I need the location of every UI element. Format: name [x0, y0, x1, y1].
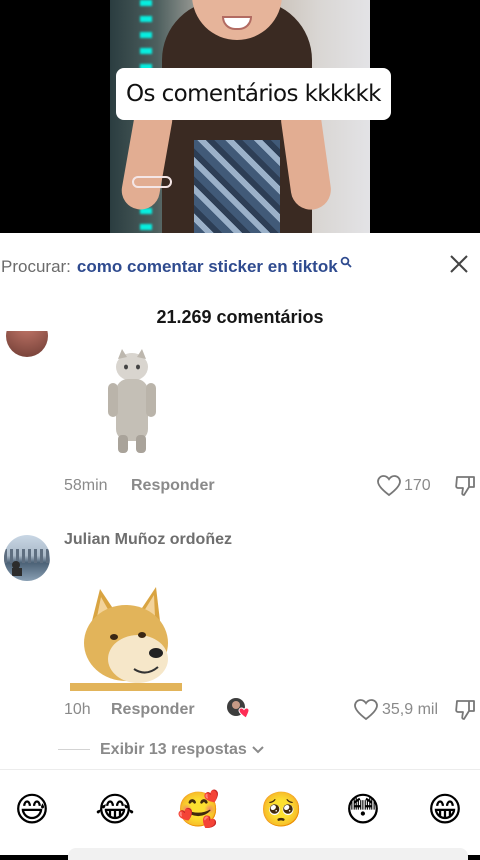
emoji-pleading[interactable]: 🥺	[260, 790, 302, 830]
emoji-quick-bar: 😅 😂 🥰 🥺 😳 😁	[0, 769, 480, 860]
reply-button[interactable]: Responder	[131, 477, 215, 495]
shirt-shape	[194, 140, 280, 233]
emoji-grin[interactable]: 😁	[425, 790, 465, 830]
doge-sticker	[70, 587, 182, 691]
view-replies-button[interactable]: Exibir 13 respostas	[100, 741, 265, 759]
close-button[interactable]	[442, 247, 476, 281]
emoji-hearts-face[interactable]: 🥰	[177, 790, 219, 830]
like-heart-icon[interactable]	[377, 475, 401, 497]
like-heart-icon[interactable]	[354, 699, 378, 721]
view-replies-label: Exibir 13 respostas	[100, 741, 247, 758]
emoji-flushed[interactable]: 😳	[343, 790, 383, 830]
video-caption: Os comentários kkkkkk	[116, 68, 391, 120]
video-player[interactable]: Os comentários kkkkkk	[0, 0, 480, 233]
comment-input[interactable]	[68, 848, 468, 860]
reply-button[interactable]: Responder	[111, 701, 195, 719]
comment-username[interactable]: Julian Muñoz ordoñez	[64, 531, 232, 549]
chevron-down-icon	[252, 746, 264, 754]
bracelet-shape	[132, 176, 172, 188]
dislike-icon[interactable]	[454, 699, 478, 721]
search-label: Procurar:	[1, 257, 71, 276]
close-icon	[450, 255, 468, 273]
like-count: 35,9 mil	[382, 701, 439, 718]
comment-time: 58min	[64, 477, 108, 494]
search-suggestion[interactable]: Procurar: como comentar sticker en tikto…	[0, 255, 480, 279]
avatar[interactable]	[4, 535, 50, 581]
comment-count: 21.269 comentários	[156, 307, 324, 327]
dislike-icon[interactable]	[454, 475, 478, 497]
emoji-joy[interactable]: 😂	[95, 790, 135, 830]
comment-time: 10h	[64, 701, 91, 718]
search-icon	[340, 256, 352, 271]
search-term-link[interactable]: como comentar sticker en tiktok	[77, 257, 338, 277]
avatar[interactable]	[6, 331, 48, 357]
divider-line	[58, 749, 90, 750]
creator-liked-avatar	[227, 698, 250, 719]
like-count: 170	[404, 477, 431, 494]
cat-sticker	[108, 349, 156, 453]
comments-sheet: Procurar: como comentar sticker en tikto…	[0, 233, 480, 860]
emoji-sweat-smile[interactable]: 😅	[12, 790, 52, 830]
